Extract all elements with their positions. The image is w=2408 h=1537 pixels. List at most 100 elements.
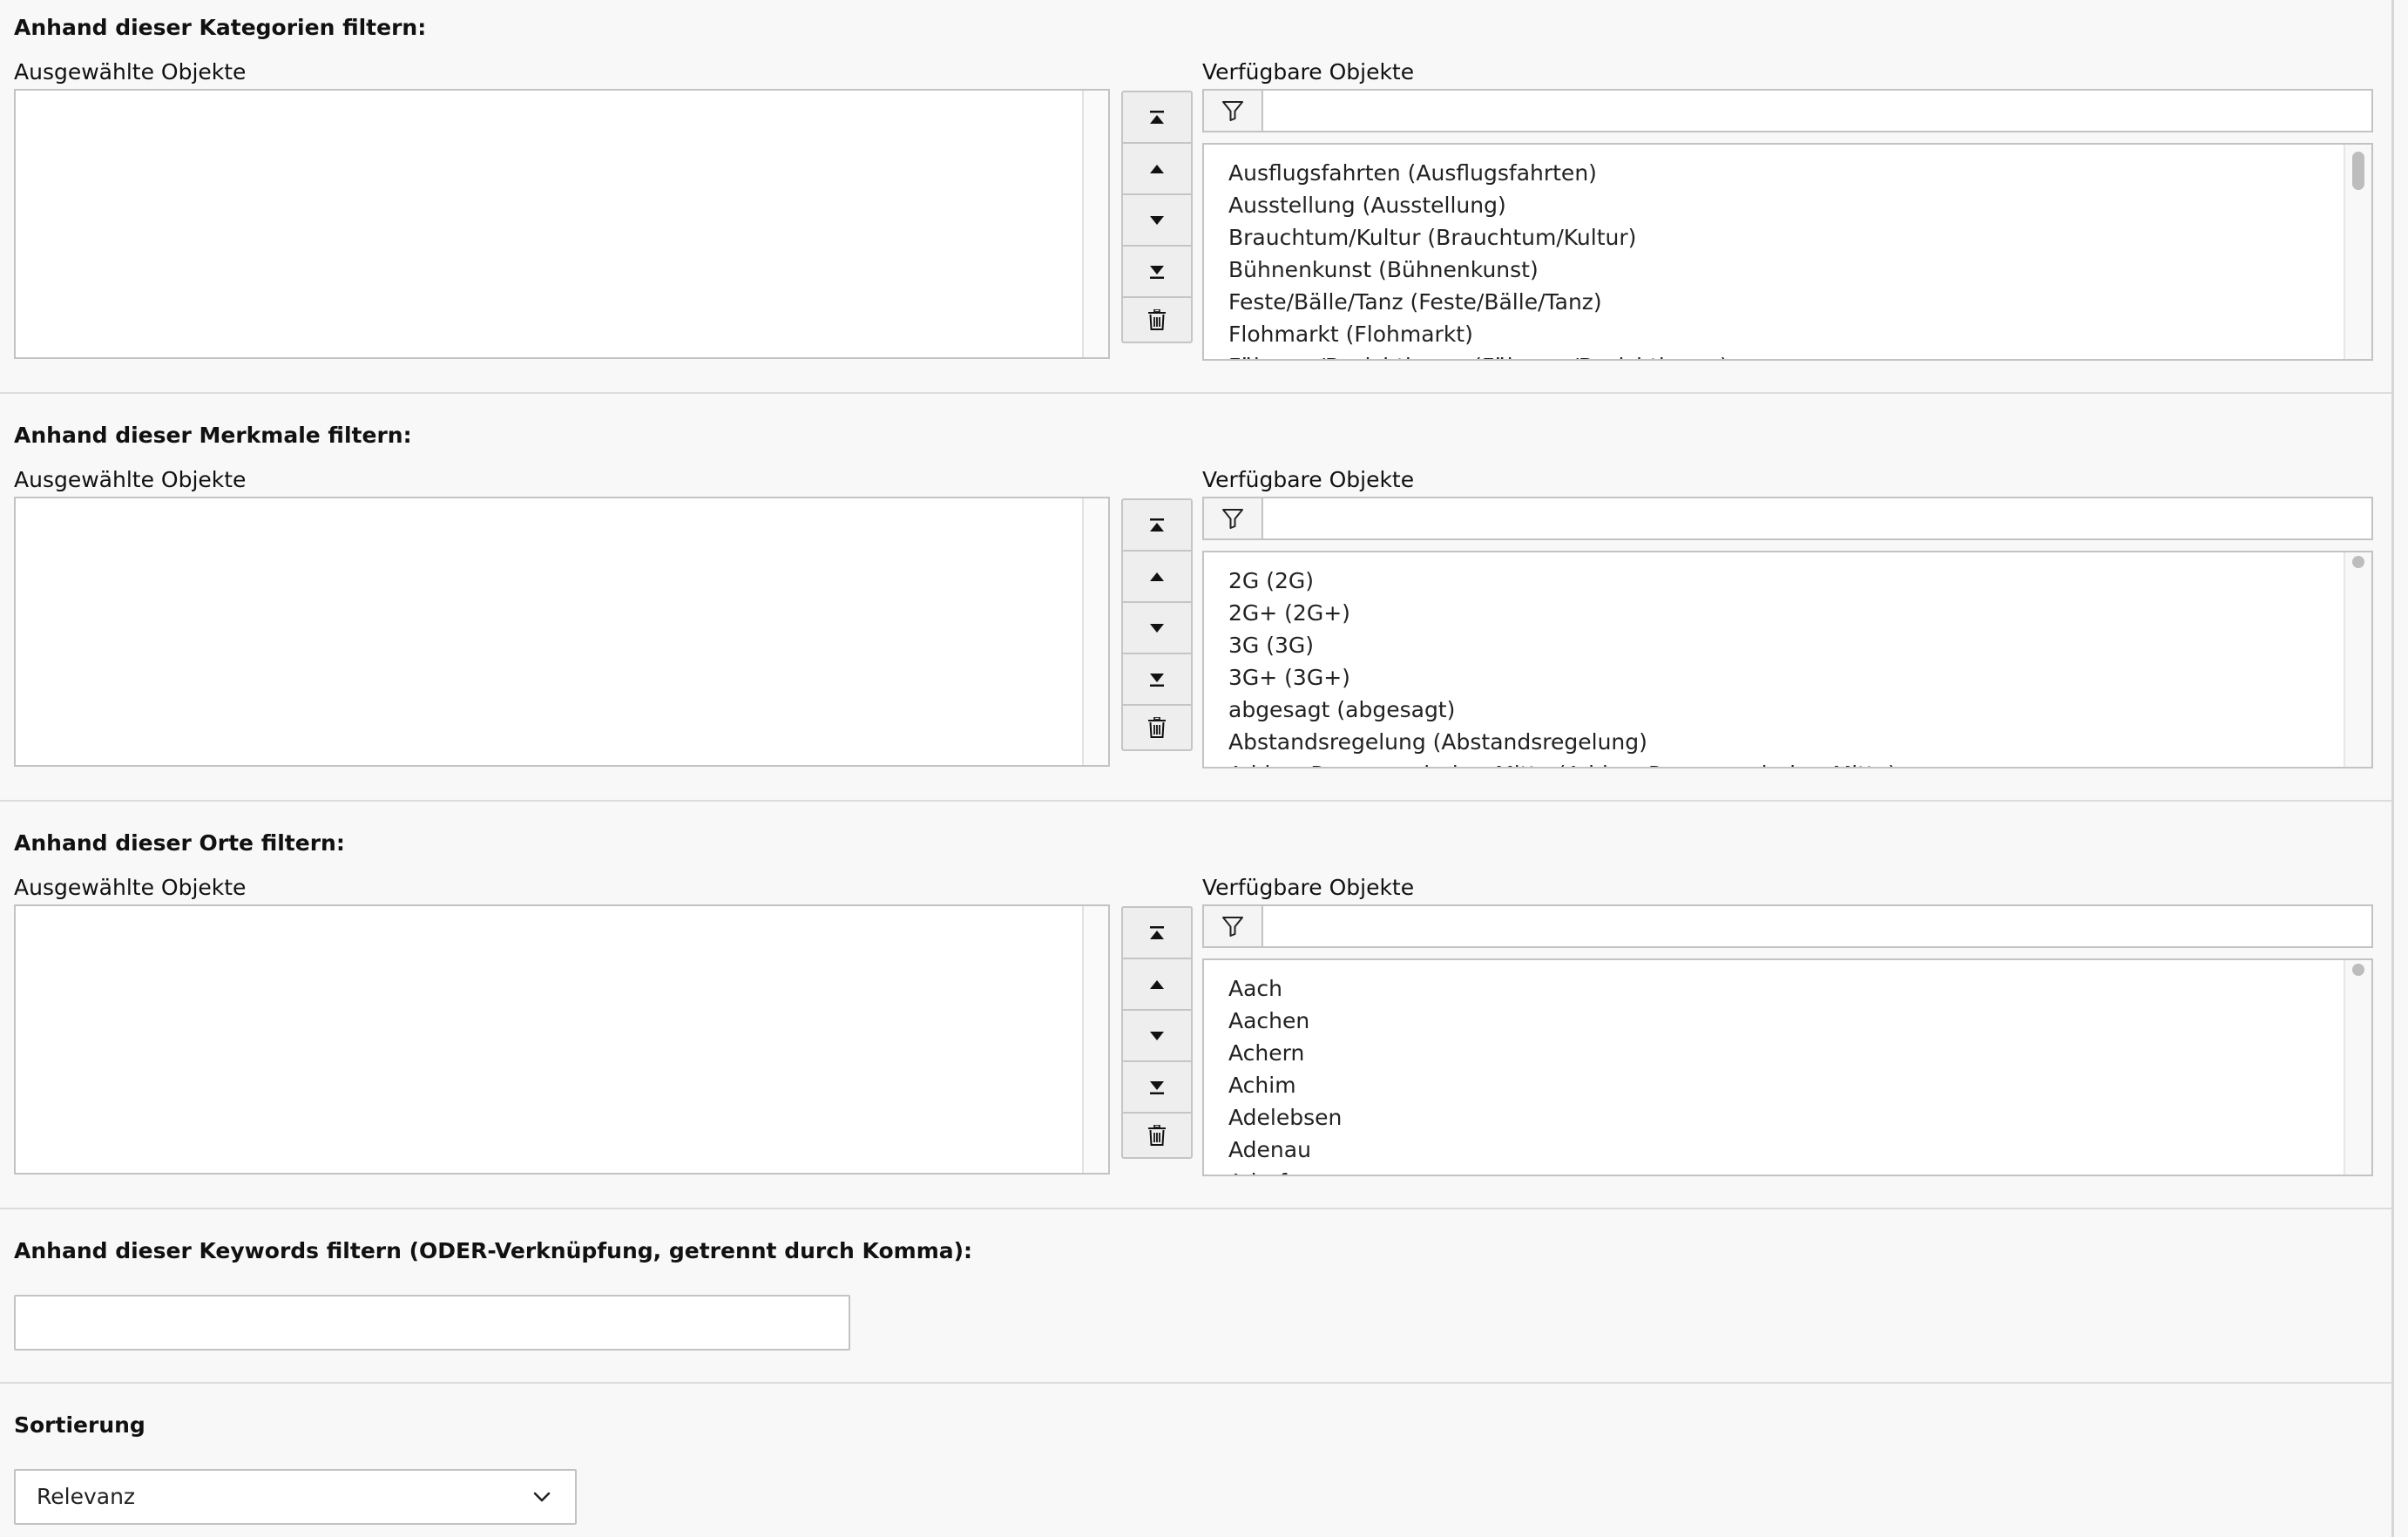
sorting-selected-value: Relevanz [37, 1484, 136, 1509]
available-filter-input[interactable] [1263, 906, 2370, 946]
available-list-scrollbar[interactable] [2344, 145, 2371, 359]
available-objects-list[interactable]: Aach Aachen Achern Achim Adelebsen Adena… [1202, 958, 2373, 1176]
available-filter-bar [1202, 497, 2373, 540]
list-item[interactable]: Achim [1228, 1069, 2371, 1101]
available-objects-label: Verfügbare Objekte [1202, 59, 1415, 85]
move-to-top-button[interactable] [1123, 92, 1191, 142]
list-item[interactable]: Ausflugsfahrten (Ausflugsfahrten) [1228, 157, 2371, 189]
move-up-button[interactable] [1123, 552, 1191, 601]
trash-icon [1148, 717, 1166, 738]
list-item[interactable]: Adelebsen [1228, 1101, 2371, 1134]
available-items: 2G (2G) 2G+ (2G+) 3G (3G) 3G+ (3G+) abge… [1204, 552, 2371, 767]
page-edge-divider [2391, 0, 2394, 1537]
available-objects-label: Verfügbare Objekte [1202, 467, 1415, 492]
available-items: Aach Aachen Achern Achim Adelebsen Adena… [1204, 960, 2371, 1175]
filter-button[interactable] [1204, 91, 1263, 131]
trash-icon [1148, 309, 1166, 330]
move-to-bottom-button[interactable] [1123, 1062, 1191, 1112]
list-item[interactable]: Ausstellung (Ausstellung) [1228, 189, 2371, 221]
keywords-input[interactable] [14, 1295, 850, 1351]
scrollbar-thumb[interactable] [2352, 556, 2364, 568]
list-item[interactable]: 2G+ (2G+) [1228, 597, 2371, 629]
available-list-scrollbar[interactable] [2344, 552, 2371, 767]
list-item[interactable]: abgesagt (abgesagt) [1228, 694, 2371, 726]
available-filter-input[interactable] [1263, 91, 2370, 131]
filter-button[interactable] [1204, 906, 1263, 946]
move-down-button[interactable] [1123, 195, 1191, 245]
move-down-icon [1150, 1031, 1164, 1040]
available-objects-list[interactable]: 2G (2G) 2G+ (2G+) 3G (3G) 3G+ (3G+) abge… [1202, 551, 2373, 768]
move-down-icon [1150, 215, 1164, 225]
move-to-top-icon [1150, 110, 1164, 124]
sorting-select[interactable]: Relevanz [14, 1469, 577, 1525]
move-button-group [1121, 498, 1193, 751]
available-items: Ausflugsfahrten (Ausflugsfahrten) Ausste… [1204, 145, 2371, 359]
list-item[interactable]: Abstandsregelung (Abstandsregelung) [1228, 726, 2371, 758]
move-up-icon [1150, 572, 1164, 581]
trash-icon [1148, 1125, 1166, 1146]
list-item[interactable]: 3G+ (3G+) [1228, 661, 2371, 694]
list-item[interactable]: Adenau [1228, 1134, 2371, 1166]
move-button-group [1121, 91, 1193, 343]
selected-list-scrollbar[interactable] [1082, 498, 1108, 765]
filter-button[interactable] [1204, 498, 1263, 538]
scrollbar-thumb[interactable] [2352, 152, 2364, 190]
selected-objects-list[interactable] [14, 89, 1110, 359]
list-item[interactable]: 3G (3G) [1228, 629, 2371, 661]
keywords-filter-heading: Anhand dieser Keywords filtern (ODER-Ver… [14, 1238, 973, 1263]
scrollbar-thumb[interactable] [2352, 964, 2364, 976]
list-item[interactable]: Führung/Besichtigung (Führung/Besichtigu… [1228, 350, 2371, 359]
category-filter-heading: Anhand dieser Kategorien filtern: [14, 15, 427, 40]
remove-button[interactable] [1123, 298, 1191, 342]
section-divider [0, 392, 2391, 394]
section-divider [0, 1382, 2391, 1384]
location-filter-heading: Anhand dieser Orte filtern: [14, 830, 345, 856]
selected-objects-list[interactable] [14, 497, 1110, 767]
move-down-icon [1150, 623, 1164, 633]
move-down-button[interactable] [1123, 1011, 1191, 1060]
move-to-top-icon [1150, 518, 1164, 532]
list-item[interactable]: Adorf [1228, 1166, 2371, 1175]
filter-icon [1222, 917, 1243, 937]
sorting-heading: Sortierung [14, 1412, 145, 1438]
selected-list-scrollbar[interactable] [1082, 906, 1108, 1173]
move-to-bottom-icon [1150, 265, 1164, 279]
selected-objects-list[interactable] [14, 904, 1110, 1175]
feature-filter-heading: Anhand dieser Merkmale filtern: [14, 423, 412, 448]
move-button-group [1121, 906, 1193, 1159]
move-down-button[interactable] [1123, 603, 1191, 653]
available-filter-bar [1202, 89, 2373, 132]
move-up-icon [1150, 979, 1164, 989]
list-item[interactable]: 2G (2G) [1228, 565, 2371, 597]
remove-button[interactable] [1123, 706, 1191, 749]
move-up-icon [1150, 164, 1164, 173]
available-filter-input[interactable] [1263, 498, 2370, 538]
move-to-top-button[interactable] [1123, 500, 1191, 550]
list-item[interactable]: Flohmarkt (Flohmarkt) [1228, 318, 2371, 350]
section-divider [0, 800, 2391, 802]
list-item[interactable]: Bühnenkunst (Bühnenkunst) [1228, 254, 2371, 286]
move-to-top-icon [1150, 925, 1164, 939]
selected-list-scrollbar[interactable] [1082, 91, 1108, 357]
filter-icon [1222, 101, 1243, 121]
selected-objects-label: Ausgewählte Objekte [14, 467, 247, 492]
move-to-bottom-button[interactable] [1123, 654, 1191, 704]
move-to-bottom-icon [1150, 1080, 1164, 1094]
available-filter-bar [1202, 904, 2373, 948]
move-to-bottom-button[interactable] [1123, 247, 1191, 296]
move-to-top-button[interactable] [1123, 908, 1191, 958]
list-item[interactable]: Aach [1228, 972, 2371, 1005]
list-item[interactable]: Brauchtum/Kultur (Brauchtum/Kultur) [1228, 221, 2371, 254]
available-objects-list[interactable]: Ausflugsfahrten (Ausflugsfahrten) Ausste… [1202, 143, 2373, 361]
selected-objects-label: Ausgewählte Objekte [14, 59, 247, 85]
available-objects-label: Verfügbare Objekte [1202, 875, 1415, 900]
chevron-down-icon [533, 1492, 551, 1502]
move-up-button[interactable] [1123, 144, 1191, 193]
move-up-button[interactable] [1123, 959, 1191, 1009]
list-item[interactable]: Achern [1228, 1037, 2371, 1069]
list-item[interactable]: Feste/Bälle/Tanz (Feste/Bälle/Tanz) [1228, 286, 2371, 318]
list-item[interactable]: Aachen [1228, 1005, 2371, 1037]
list-item[interactable]: Ad-hoc Programmierbar Mitte (Ad-hoc Prog… [1228, 758, 2371, 767]
remove-button[interactable] [1123, 1114, 1191, 1157]
available-list-scrollbar[interactable] [2344, 960, 2371, 1175]
